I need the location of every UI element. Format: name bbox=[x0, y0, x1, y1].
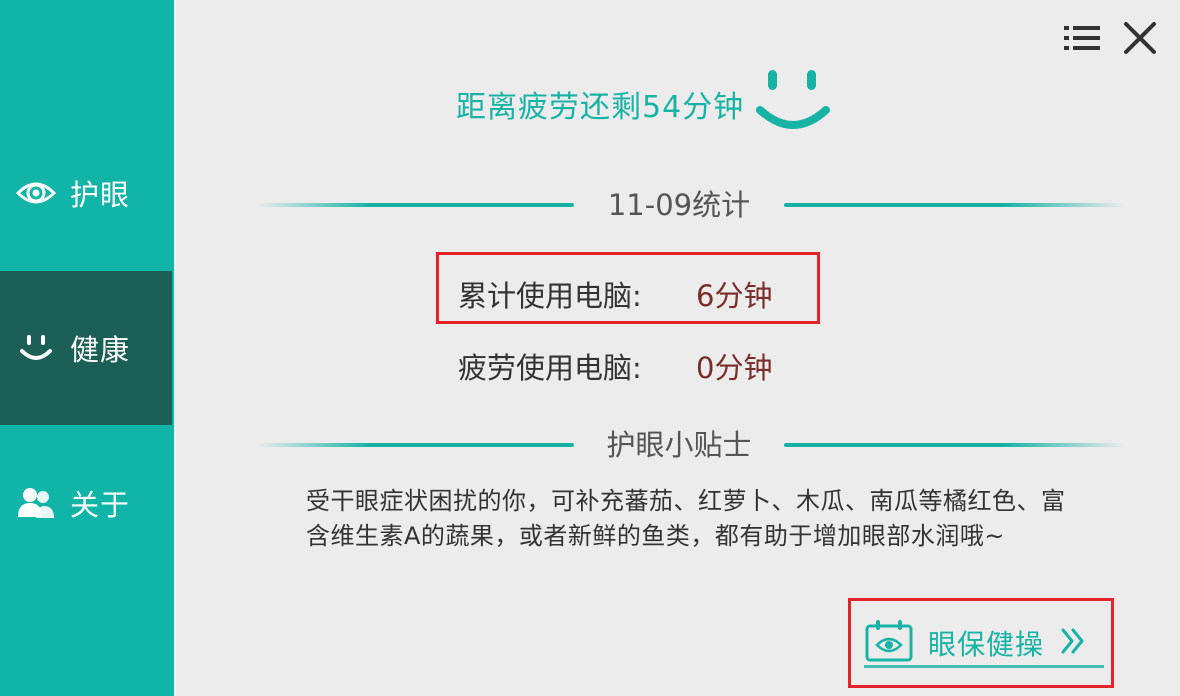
sidebar-item-label: 关于 bbox=[70, 488, 131, 522]
divider-line bbox=[784, 443, 1124, 447]
users-icon bbox=[16, 483, 60, 523]
smiley-face-icon bbox=[754, 68, 832, 138]
highlight-box bbox=[848, 598, 1114, 688]
close-button[interactable] bbox=[1118, 20, 1162, 60]
stats-section-header: 11-09统计 bbox=[258, 182, 1124, 228]
menu-icon bbox=[1062, 23, 1102, 57]
divider-line bbox=[258, 443, 574, 447]
sidebar-item-eye-care[interactable]: 护眼 bbox=[0, 116, 172, 270]
tips-text: 受干眼症状困扰的你，可补充蕃茄、红萝卜、木瓜、南瓜等橘红色、富含维生素A的蔬果，… bbox=[306, 487, 1066, 550]
stat-row-fatigue: 疲劳使用电脑: 0分钟 bbox=[458, 348, 772, 388]
sidebar-item-health[interactable]: 健康 bbox=[0, 271, 172, 425]
main-panel: 距离疲劳还剩54分钟 11-09统计 累计使用电脑: 6分钟 疲劳使用电脑: 0分钟… bbox=[174, 0, 1180, 696]
divider-line bbox=[784, 203, 1124, 207]
sidebar-item-about[interactable]: 关于 bbox=[0, 426, 172, 580]
smile-icon bbox=[16, 328, 60, 368]
app-window: 护眼 健康 关于 距离疲劳还剩54分钟 11-09统计 累计使用电脑: 6分钟 … bbox=[0, 0, 1180, 696]
stats-title: 11-09统计 bbox=[607, 188, 751, 222]
divider-line bbox=[258, 203, 574, 207]
sidebar-item-label: 健康 bbox=[70, 333, 131, 367]
sidebar: 护眼 健康 关于 bbox=[0, 0, 174, 696]
highlight-box bbox=[436, 252, 820, 324]
close-icon bbox=[1123, 21, 1157, 59]
stat-label: 疲劳使用电脑: bbox=[458, 351, 642, 385]
menu-button[interactable] bbox=[1060, 20, 1104, 60]
tips-title: 护眼小贴士 bbox=[606, 428, 752, 462]
stat-value: 0分钟 bbox=[696, 351, 773, 385]
tips-section-header: 护眼小贴士 bbox=[258, 422, 1124, 468]
eye-icon bbox=[16, 173, 60, 213]
fatigue-countdown-text: 距离疲劳还剩54分钟 bbox=[456, 90, 745, 125]
sidebar-item-label: 护眼 bbox=[70, 178, 131, 212]
